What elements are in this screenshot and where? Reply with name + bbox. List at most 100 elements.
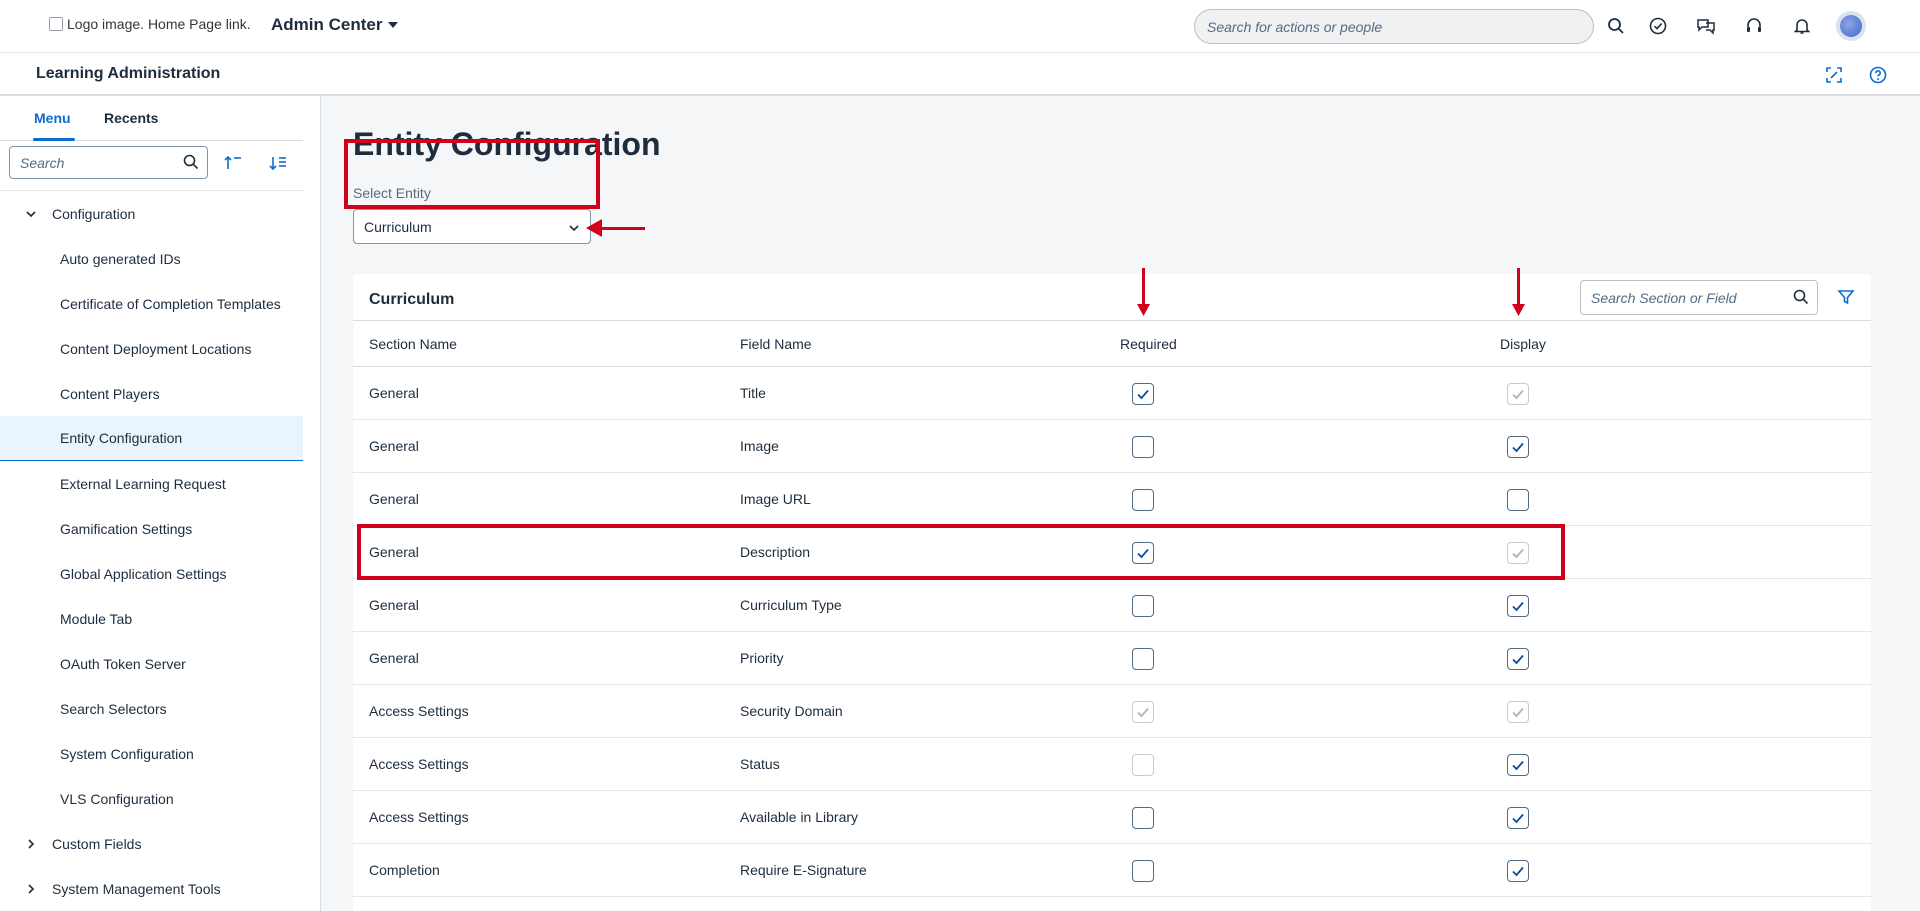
required-checkbox[interactable] — [1132, 542, 1154, 564]
entity-table: Curriculum Search Section or Field Secti… — [353, 268, 1871, 911]
global-search-placeholder: Search for actions or people — [1207, 18, 1383, 35]
select-entity-dropdown[interactable]: Curriculum — [353, 209, 591, 244]
app-title-menu[interactable]: Admin Center — [271, 15, 399, 35]
nav-list: Configuration Auto generated IDs Certifica… — [0, 190, 303, 911]
sidebar-item[interactable]: Configuration — [0, 191, 303, 236]
sidebar-item[interactable]: Auto generated IDs — [0, 236, 303, 281]
sidebar-item-label: External Learning Request — [60, 475, 226, 492]
sidebar-item[interactable]: Certificate of Completion Templates — [0, 281, 303, 326]
filter-icon[interactable] — [1837, 288, 1857, 308]
table-row: General Curriculum Type — [353, 579, 1871, 632]
sidebar-item[interactable]: Entity Configuration — [0, 416, 303, 461]
table-header: Section Name Field Name Required Display — [353, 320, 1871, 367]
cell-field-name: Image — [740, 438, 779, 454]
sidebar-item-label: Content Players — [60, 385, 160, 402]
sidebar-item[interactable]: Search Selectors — [0, 686, 303, 731]
sort-descending-icon[interactable] — [265, 150, 291, 176]
app-title: Admin Center — [271, 15, 383, 34]
display-checkbox[interactable] — [1507, 754, 1529, 776]
tab-menu[interactable]: Menu — [34, 110, 71, 126]
sidebar-item[interactable]: VLS Configuration — [0, 776, 303, 821]
annotation-arrowhead-left-icon — [586, 219, 602, 237]
bell-icon[interactable] — [1790, 14, 1814, 38]
sidebar-item-label: Content Deployment Locations — [60, 340, 252, 357]
tab-recents[interactable]: Recents — [104, 110, 158, 126]
required-checkbox[interactable] — [1132, 436, 1154, 458]
sidebar-item[interactable]: Gamification Settings — [0, 506, 303, 551]
required-checkbox[interactable] — [1132, 648, 1154, 670]
display-checkbox[interactable] — [1507, 489, 1529, 511]
required-checkbox[interactable] — [1132, 595, 1154, 617]
sidebar-item[interactable]: Content Deployment Locations — [0, 326, 303, 371]
sidebar-item[interactable]: OAuth Token Server — [0, 641, 303, 686]
sidebar-item[interactable]: Content Players — [0, 371, 303, 416]
global-search-input[interactable]: Search for actions or people — [1194, 9, 1594, 44]
chat-icon[interactable] — [1694, 14, 1718, 38]
caret-down-icon — [388, 22, 399, 28]
shell-bar: Logo image. Home Page link. Admin Center… — [0, 0, 1920, 53]
annotation-arrow-required — [1142, 268, 1145, 306]
sub-header: Learning Administration — [0, 53, 1920, 96]
display-checkbox[interactable] — [1507, 648, 1529, 670]
sidebar-item[interactable]: Module Tab — [0, 596, 303, 641]
sidebar-item[interactable]: System Configuration — [0, 731, 303, 776]
required-checkbox[interactable] — [1132, 383, 1154, 405]
cell-field-name: Title — [740, 385, 766, 401]
fullscreen-icon[interactable] — [1823, 64, 1845, 86]
cell-field-name: Description — [740, 544, 811, 560]
required-checkbox[interactable] — [1132, 489, 1154, 511]
sidebar-item-label: Auto generated IDs — [60, 250, 181, 267]
cell-field-name: Require E-Signature — [740, 862, 867, 878]
sidebar-search-input[interactable]: Search — [9, 146, 208, 179]
display-checkbox — [1507, 383, 1529, 405]
sidebar-item[interactable]: External Learning Request — [0, 461, 303, 506]
sidebar-item-label: Gamification Settings — [60, 520, 193, 537]
display-checkbox[interactable] — [1507, 807, 1529, 829]
table-row: General Description — [353, 526, 1871, 579]
column-header-display[interactable]: Display — [1500, 336, 1546, 352]
search-icon[interactable] — [183, 154, 199, 173]
required-checkbox[interactable] — [1132, 860, 1154, 882]
sort-ascending-icon[interactable] — [220, 150, 246, 176]
chevron-right-icon[interactable] — [25, 882, 37, 898]
search-icon[interactable] — [1793, 289, 1809, 308]
cell-field-name: Priority — [740, 650, 784, 666]
display-checkbox[interactable] — [1507, 436, 1529, 458]
chevron-down-icon[interactable] — [25, 207, 37, 223]
chevron-right-icon[interactable] — [25, 837, 37, 853]
sidebar-search-placeholder: Search — [20, 154, 65, 171]
table-row: General Priority — [353, 632, 1871, 685]
sidebar-item-label: System Configuration — [60, 745, 194, 762]
required-checkbox[interactable] — [1132, 807, 1154, 829]
chevron-down-icon — [568, 221, 580, 237]
table-search-input[interactable]: Search Section or Field — [1580, 280, 1818, 315]
column-header-field[interactable]: Field Name — [740, 336, 812, 352]
display-checkbox[interactable] — [1507, 860, 1529, 882]
column-header-required[interactable]: Required — [1120, 336, 1177, 352]
cell-field-name: Status — [740, 756, 780, 772]
cell-section-name: Access Settings — [369, 809, 469, 825]
annotation-arrow-display — [1517, 268, 1520, 306]
cell-field-name: Security Domain — [740, 703, 843, 719]
cell-field-name: Image URL — [740, 491, 811, 507]
sidebar-item[interactable]: Custom Fields — [0, 821, 303, 866]
table-search-placeholder: Search Section or Field — [1591, 289, 1737, 306]
headset-icon[interactable] — [1742, 14, 1766, 38]
sidebar-item[interactable]: Global Application Settings — [0, 551, 303, 596]
display-checkbox — [1507, 542, 1529, 564]
required-checkbox — [1132, 701, 1154, 723]
user-avatar[interactable] — [1836, 11, 1866, 41]
cell-field-name: Available in Library — [740, 809, 859, 825]
display-checkbox[interactable] — [1507, 595, 1529, 617]
sidebar-item-label: Certificate of Completion Templates — [60, 295, 281, 312]
check-circle-icon[interactable] — [1646, 14, 1670, 38]
side-navigation: Menu Recents Search Configuration Auto ge… — [0, 96, 321, 911]
select-entity-value: Curriculum — [364, 218, 432, 235]
search-icon[interactable] — [1604, 14, 1628, 38]
help-icon[interactable] — [1867, 64, 1889, 86]
column-header-section[interactable]: Section Name — [369, 336, 457, 352]
cell-section-name: Access Settings — [369, 756, 469, 772]
logo-link[interactable]: Logo image. Home Page link. — [49, 16, 251, 32]
sidebar-item-label: System Management Tools — [52, 880, 221, 897]
sidebar-item[interactable]: System Management Tools — [0, 866, 303, 911]
